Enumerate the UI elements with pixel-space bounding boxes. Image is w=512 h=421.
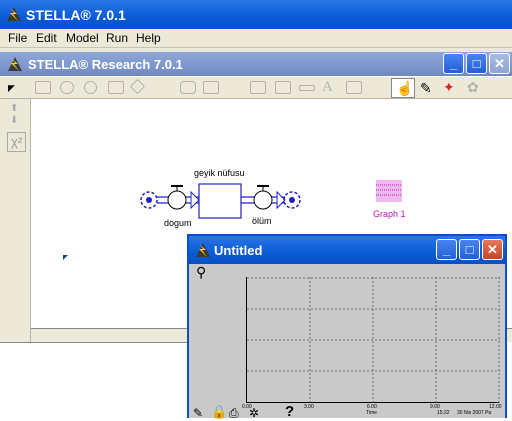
footer-date: 30 Nis 2007 Pa bbox=[457, 410, 492, 416]
picture-tool-icon[interactable] bbox=[346, 81, 362, 94]
hand-icon: ☝ bbox=[396, 80, 414, 96]
menu-run[interactable]: Run bbox=[106, 31, 128, 45]
maximize-button[interactable]: □ bbox=[466, 53, 487, 74]
app-titlebar: STELLA® 7.0.1 bbox=[0, 0, 512, 29]
decision-tool-icon[interactable] bbox=[129, 78, 146, 95]
magic-wand-icon[interactable]: ✦ bbox=[443, 79, 455, 96]
down-arrow-icon[interactable]: ⬇ bbox=[10, 115, 18, 126]
stock-box[interactable] bbox=[198, 183, 242, 219]
stella-logo-icon bbox=[7, 7, 21, 21]
app-title: STELLA® 7.0.1 bbox=[26, 7, 126, 23]
plot-area bbox=[246, 277, 500, 403]
graph-maximize-button[interactable]: □ bbox=[459, 239, 480, 260]
flow-tool-icon[interactable] bbox=[60, 81, 74, 94]
left-tool-panel: ⬆ ⬇ χ² bbox=[0, 99, 31, 342]
lower-blank-area bbox=[0, 342, 187, 418]
stock-tool-icon[interactable] bbox=[35, 81, 51, 94]
stock-label: geyik nüfusu bbox=[194, 168, 245, 178]
equation-mode-button[interactable]: χ² bbox=[7, 132, 26, 152]
stella-logo-icon bbox=[8, 57, 22, 71]
outflow-label: ölüm bbox=[252, 216, 272, 226]
graph-tool-icon[interactable] bbox=[250, 81, 266, 94]
source-cloud-icon[interactable] bbox=[140, 191, 158, 209]
graph-pad-label: Graph 1 bbox=[373, 209, 406, 219]
print-icon[interactable]: ⎙ bbox=[229, 406, 239, 421]
menu-bar: File Edit Model Run Help bbox=[0, 29, 512, 48]
model-window-titlebar: STELLA® Research 7.0.1 _ □ ✕ bbox=[0, 52, 512, 76]
plot-grid bbox=[247, 277, 500, 403]
model-window-title: STELLA® Research 7.0.1 bbox=[28, 57, 183, 72]
graph-window-titlebar: Untitled _ □ ✕ bbox=[189, 236, 505, 264]
graph-pad-icon[interactable] bbox=[376, 180, 402, 202]
graph-window-title: Untitled bbox=[214, 243, 263, 258]
sector-tool-icon[interactable] bbox=[203, 81, 219, 94]
x-tick-1: 3.00 bbox=[304, 404, 314, 410]
up-arrow-icon[interactable]: ⬆ bbox=[10, 103, 18, 114]
x-axis-label: Time bbox=[366, 410, 377, 416]
dynamite-icon[interactable]: ✿ bbox=[467, 79, 479, 96]
text-tool-icon[interactable]: A bbox=[322, 79, 333, 96]
inflow-label: dogum bbox=[164, 218, 192, 228]
sink-cloud-icon[interactable] bbox=[283, 191, 301, 209]
graph-window: Untitled _ □ ✕ ⚲ 0.00 3.00 6.00 9.00 12.… bbox=[187, 234, 507, 421]
numeric-display-tool-icon[interactable] bbox=[299, 85, 315, 91]
graph-close-button[interactable]: ✕ bbox=[482, 239, 503, 260]
chi-squared-icon: χ² bbox=[11, 134, 23, 149]
paintbrush-icon[interactable]: ✎ bbox=[420, 80, 432, 97]
inflow-valve-icon[interactable] bbox=[167, 185, 187, 210]
help-icon[interactable]: ? bbox=[285, 403, 294, 420]
footer-time: 15:22 bbox=[437, 410, 450, 416]
module-tool-icon[interactable] bbox=[180, 81, 196, 94]
minimize-button[interactable]: _ bbox=[443, 53, 464, 74]
expand-arrow-icon[interactable]: ◤ bbox=[8, 83, 15, 94]
menu-help[interactable]: Help bbox=[136, 31, 161, 45]
pin-icon[interactable]: ⚲ bbox=[196, 264, 206, 281]
menu-edit[interactable]: Edit bbox=[36, 31, 57, 45]
connector-tool-icon[interactable] bbox=[108, 81, 124, 94]
building-block-toolbar: ◤ A ☝ ✎ ✦ ✿ bbox=[0, 77, 512, 99]
table-tool-icon[interactable] bbox=[275, 81, 291, 94]
close-button[interactable]: ✕ bbox=[489, 53, 510, 74]
stella-logo-icon bbox=[196, 243, 210, 257]
graph-minimize-button[interactable]: _ bbox=[436, 239, 457, 260]
cursor-marker-icon bbox=[63, 255, 68, 260]
outflow-valve-icon[interactable] bbox=[253, 185, 273, 210]
converter-tool-icon[interactable] bbox=[84, 81, 97, 94]
menu-model[interactable]: Model bbox=[66, 31, 99, 45]
hand-tool-button[interactable]: ☝ bbox=[391, 78, 415, 98]
menu-file[interactable]: File bbox=[8, 31, 27, 45]
